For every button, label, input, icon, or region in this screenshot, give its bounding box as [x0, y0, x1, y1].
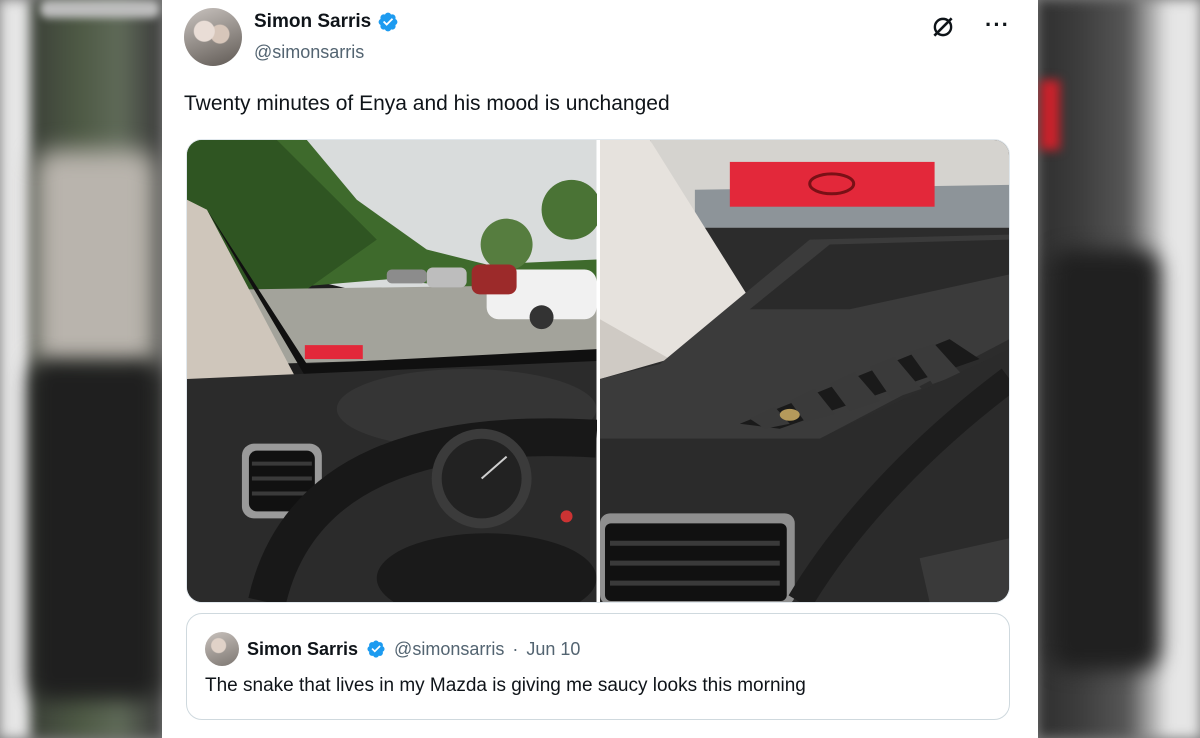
quoted-date: Jun 10 — [526, 638, 581, 659]
author-name-row: Simon Sarris — [254, 11, 399, 33]
quoted-tweet-text: The snake that lives in my Mazda is givi… — [205, 675, 806, 696]
photo-dashboard-vent-snake[interactable] — [599, 140, 1009, 602]
quoted-tweet-header: Simon Sarris @simonsarris · Jun 10 — [205, 632, 580, 666]
backdrop-left-dash — [30, 360, 160, 700]
backdrop-left-pillar — [35, 150, 155, 370]
quoted-verified-badge-icon — [367, 640, 385, 658]
avatar[interactable] — [184, 8, 242, 66]
quoted-author-handle: @simonsarris — [394, 638, 505, 659]
backdrop-right-red — [1040, 80, 1060, 150]
more-icon[interactable]: ··· — [985, 12, 1010, 38]
quoted-author-name: Simon Sarris — [247, 638, 359, 659]
author-name[interactable]: Simon Sarris — [254, 11, 371, 33]
quoted-tweet[interactable]: Simon Sarris @simonsarris · Jun 10 The s… — [186, 613, 1010, 720]
verified-badge-icon — [378, 12, 398, 32]
tweet-card: Simon Sarris @simonsarris ··· Twenty min… — [162, 0, 1038, 738]
tweet-header: Simon Sarris @simonsarris ··· — [184, 8, 1018, 70]
backdrop-right-dash — [1050, 250, 1160, 670]
author-handle[interactable]: @simonsarris — [254, 42, 364, 63]
grok-icon[interactable] — [930, 14, 956, 40]
quoted-separator: · — [512, 638, 519, 659]
tweet-media[interactable] — [186, 139, 1010, 603]
quoted-avatar — [205, 632, 239, 666]
photo-car-interior-parking-lot[interactable] — [187, 140, 597, 602]
tweet-text: Twenty minutes of Enya and his mood is u… — [184, 92, 670, 115]
backdrop-top-text — [40, 0, 160, 18]
